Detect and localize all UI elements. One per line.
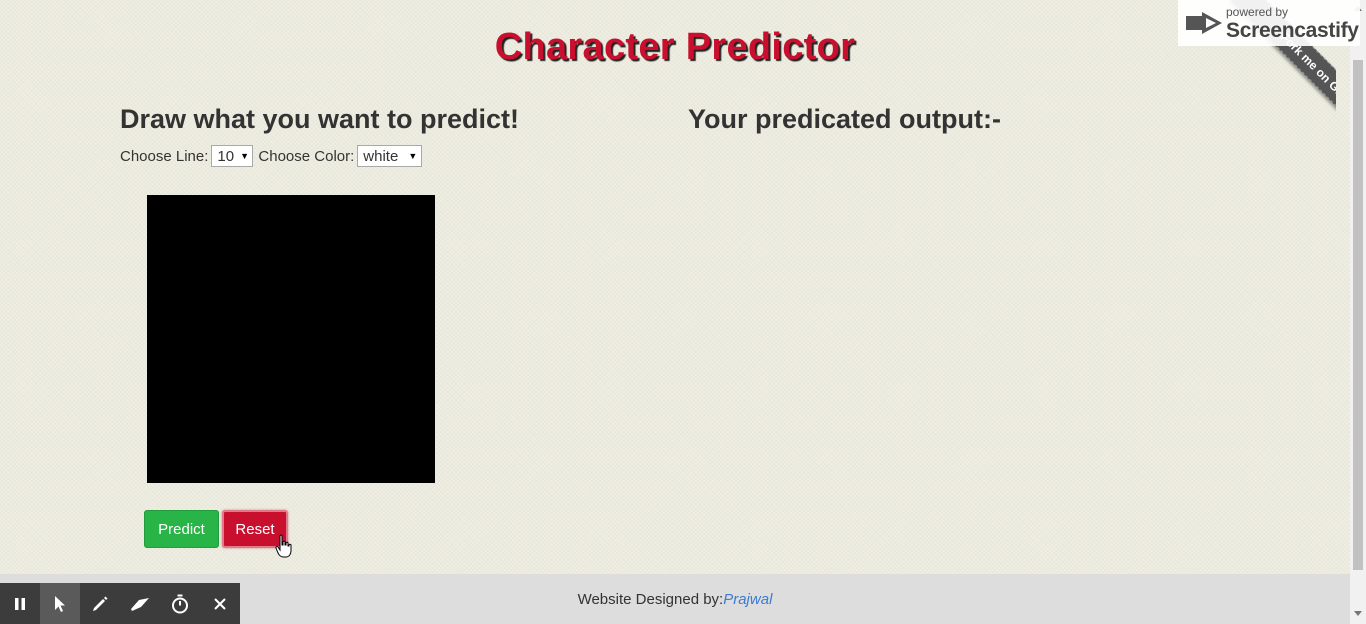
pause-button[interactable] [0, 583, 40, 624]
timer-icon [172, 594, 188, 613]
dropdown-arrow-icon: ▼ [240, 151, 250, 161]
screencastify-badge: powered by Screencastify [1178, 0, 1360, 46]
scrollbar-thumb[interactable] [1353, 60, 1363, 570]
line-width-select[interactable]: 10 ▼ [211, 145, 254, 167]
screencastify-logo-icon [1186, 12, 1222, 34]
close-icon [214, 597, 226, 610]
screencastify-brand: Screencastify [1226, 18, 1359, 42]
pause-icon [15, 597, 25, 610]
line-width-value: 10 [217, 147, 235, 165]
color-label: Choose Color: [258, 147, 355, 165]
timer-tool-button[interactable] [160, 583, 200, 624]
close-toolbar-button[interactable] [200, 583, 240, 624]
dropdown-arrow-icon: ▼ [408, 151, 418, 161]
drawing-controls: Choose Line: 10 ▼ Choose Color: white ▼ [120, 145, 427, 167]
eraser-icon [131, 597, 149, 611]
author-link[interactable]: Prajwal [723, 591, 772, 608]
output-heading: Your predicated output:- [688, 104, 1001, 134]
pointer-tool-button[interactable] [40, 583, 80, 624]
predict-button[interactable]: Predict [144, 510, 219, 548]
footer-credit: Website Designed by: [577, 590, 724, 608]
color-select[interactable]: white ▼ [357, 145, 423, 167]
hand-cursor-icon [275, 534, 292, 558]
drawing-canvas[interactable] [147, 195, 435, 483]
color-value: white [363, 147, 399, 165]
recorder-toolbar [0, 583, 240, 624]
page-title: Character Predictor [494, 26, 856, 68]
scroll-down-icon[interactable] [1354, 611, 1362, 616]
powered-by-text: powered by [1226, 4, 1289, 19]
eraser-tool-button[interactable] [120, 583, 160, 624]
draw-heading: Draw what you want to predict! [120, 104, 520, 134]
pen-tool-button[interactable] [80, 583, 120, 624]
pointer-icon [55, 595, 65, 612]
pen-icon [93, 596, 108, 611]
line-label: Choose Line: [120, 147, 209, 165]
